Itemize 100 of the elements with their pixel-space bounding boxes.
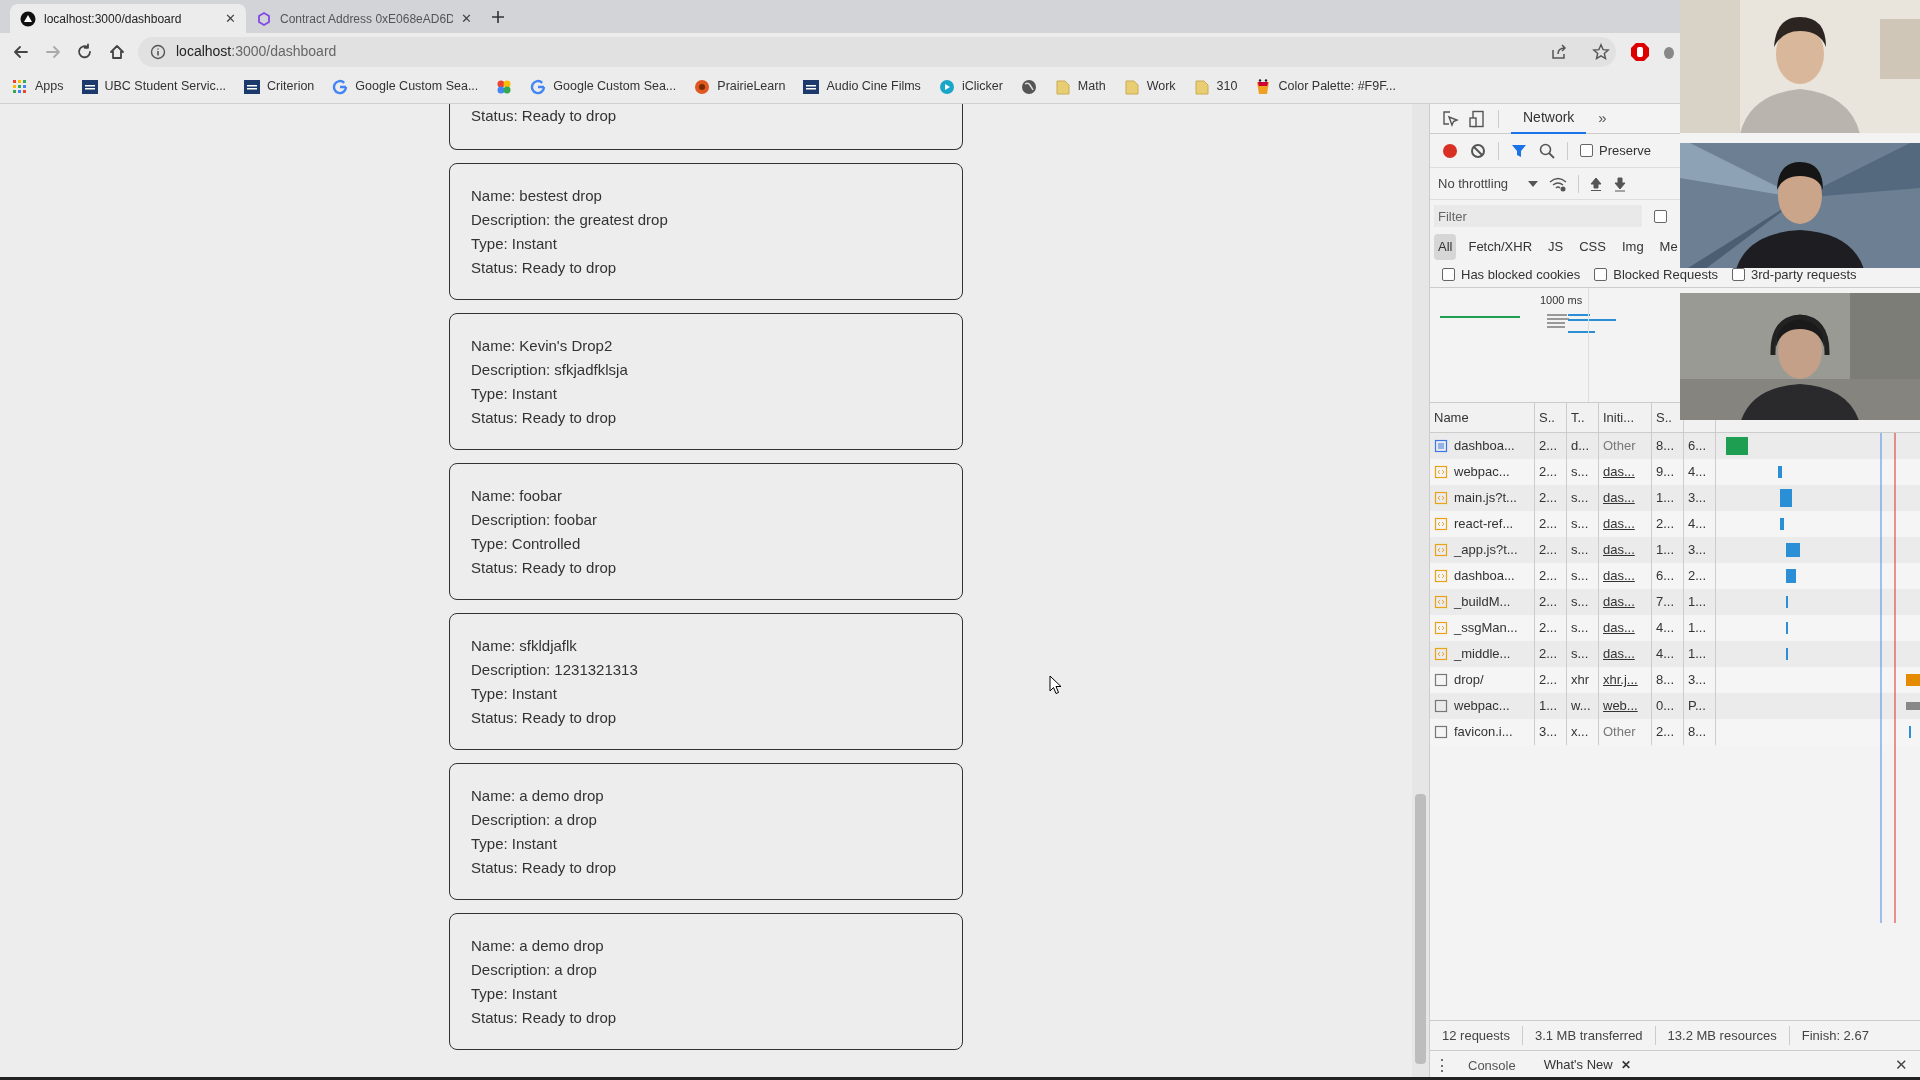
table-cell-text: s...: [1571, 463, 1589, 482]
checkbox-label: 3rd-party requests: [1751, 265, 1857, 284]
request-name[interactable]: _app.js?t...: [1454, 540, 1518, 560]
filter-input[interactable]: Filter: [1434, 205, 1642, 227]
initiator-link[interactable]: das...: [1603, 644, 1635, 664]
checkbox-label: Has blocked cookies: [1461, 265, 1581, 284]
bookmark[interactable]: Google Custom Sea...: [530, 77, 677, 96]
initiator-link[interactable]: das...: [1603, 462, 1635, 482]
checkbox-label: Blocked Requests: [1613, 265, 1718, 284]
request-name[interactable]: webpac...: [1454, 462, 1510, 482]
table-cell-text: Other: [1603, 437, 1636, 456]
throttling-dropdown[interactable]: No throttling: [1438, 173, 1539, 194]
drop-detail: Status: Ready to drop: [471, 708, 618, 728]
table-cell-text: xhr: [1571, 671, 1590, 690]
table-cell-text: 3...: [1688, 541, 1707, 560]
initiator-link[interactable]: das...: [1603, 592, 1635, 612]
table-cell-text: 2...: [1539, 671, 1558, 690]
initiator-link[interactable]: das...: [1603, 566, 1635, 586]
drop-detail: Name: sfkldjaflk: [471, 636, 578, 656]
column-header[interactable]: Name: [1430, 403, 1535, 432]
table-cell-text: 8...: [1656, 437, 1675, 456]
table-cell-text: 1...: [1688, 645, 1707, 664]
browser-tab[interactable]: localhost:3000/dashboard ✕: [10, 4, 246, 33]
bookmark[interactable]: UBC Student Servic...: [81, 77, 227, 96]
drop-detail: Description: a drop: [471, 810, 598, 830]
resource-type-filter[interactable]: Img: [1617, 234, 1648, 260]
drop-detail: Description: a drop: [471, 960, 598, 980]
table-cell-text: w...: [1571, 697, 1591, 716]
drop-detail: Type: Instant: [471, 384, 558, 404]
drawer-tab[interactable]: Console: [1454, 1050, 1530, 1080]
request-name[interactable]: webpac...: [1454, 696, 1510, 716]
table-cell-text: 2...: [1656, 515, 1675, 534]
drop-detail: Name: a demo drop: [471, 786, 605, 806]
request-name[interactable]: _middle...: [1454, 644, 1511, 664]
request-name[interactable]: _buildM...: [1454, 592, 1511, 612]
drop-detail: Description: 1231321313: [471, 660, 639, 680]
table-cell-text: 4...: [1688, 463, 1707, 482]
table-cell-text: 1...: [1656, 541, 1675, 560]
bookmark[interactable]: 310: [1193, 77, 1238, 96]
request-name[interactable]: react-ref...: [1454, 514, 1514, 534]
table-cell-text: s...: [1571, 541, 1589, 560]
table-cell-text: Other: [1603, 723, 1636, 742]
table-cell-text: x...: [1571, 723, 1589, 742]
close-drawer-button[interactable]: ✕: [1883, 1054, 1920, 1077]
table-cell-text: d...: [1571, 437, 1590, 456]
table-cell-text: 8...: [1688, 723, 1707, 742]
initiator-link[interactable]: das...: [1603, 540, 1635, 560]
preserve-label: Preserve: [1599, 141, 1652, 160]
drop-detail: Type: Instant: [471, 684, 558, 704]
drop-detail: Type: Instant: [471, 234, 558, 254]
table-cell-text: 9...: [1656, 463, 1675, 482]
bookmark[interactable]: Google Custom Sea...: [332, 77, 479, 96]
bookmark[interactable]: Work: [1123, 77, 1176, 96]
summary-text: 3.1 MB transferred: [1521, 1025, 1655, 1046]
more-tabs-button[interactable]: »: [1594, 107, 1611, 130]
table-cell-text: 4...: [1688, 515, 1707, 534]
column-header[interactable]: S..: [1535, 403, 1567, 432]
close-tab-button[interactable]: ✕: [461, 8, 472, 29]
request-name[interactable]: dashboa...: [1454, 436, 1515, 456]
initiator-link[interactable]: web...: [1603, 696, 1638, 716]
bookmark[interactable]: Apps: [12, 77, 64, 96]
drop-detail: Type: Controlled: [471, 534, 582, 554]
resource-type-filter[interactable]: JS: [1544, 234, 1568, 260]
resource-type-filter[interactable]: Fetch/XHR: [1464, 234, 1537, 260]
bookmark[interactable]: PrairieLearn: [694, 77, 786, 96]
close-tab-button[interactable]: ✕: [225, 8, 236, 29]
table-cell-text: 2...: [1539, 437, 1558, 456]
column-header[interactable]: Initi...: [1599, 403, 1652, 432]
devtools-tab[interactable]: Network: [1511, 103, 1587, 134]
bookmark[interactable]: Criterion: [244, 77, 315, 96]
table-cell-text: s...: [1571, 593, 1589, 612]
request-name[interactable]: _ssgMan...: [1454, 618, 1518, 638]
column-header[interactable]: T..: [1567, 403, 1599, 432]
drop-detail: Type: Instant: [471, 834, 558, 854]
table-cell-text: 2...: [1539, 463, 1558, 482]
more-options-button[interactable]: ⋮: [1430, 1053, 1454, 1078]
address-bar[interactable]: localhost:3000/dashboard: [138, 36, 1616, 67]
initiator-link[interactable]: xhr.j...: [1603, 670, 1638, 690]
request-name[interactable]: favicon.i...: [1454, 722, 1513, 742]
bookmark[interactable]: Color Palette: #F9F...: [1255, 77, 1396, 96]
request-name[interactable]: drop/: [1454, 670, 1484, 690]
resource-type-filter[interactable]: Me: [1655, 234, 1680, 260]
drop-detail: Description: foobar: [471, 510, 598, 530]
initiator-link[interactable]: das...: [1603, 514, 1635, 534]
request-name[interactable]: main.js?t...: [1454, 488, 1517, 508]
drop-detail: Status: Ready to drop: [471, 1008, 618, 1028]
table-cell-text: 2...: [1539, 645, 1558, 664]
resource-type-filter[interactable]: All: [1434, 234, 1457, 260]
bookmark[interactable]: iClicker: [938, 77, 1003, 96]
bookmark[interactable]: Math: [1054, 77, 1106, 96]
summary-text: Finish: 2.67: [1788, 1025, 1881, 1046]
request-name[interactable]: dashboa...: [1454, 566, 1515, 586]
initiator-link[interactable]: das...: [1603, 488, 1635, 508]
resource-type-filter[interactable]: CSS: [1575, 234, 1610, 260]
bookmark[interactable]: Audio Cine Films: [803, 77, 921, 96]
tab-title: localhost:3000/dashboard: [44, 10, 183, 28]
table-cell-text: P...: [1688, 697, 1706, 716]
initiator-link[interactable]: das...: [1603, 618, 1635, 638]
table-cell-text: 4...: [1656, 619, 1675, 638]
summary-text: 13.2 MB resources: [1654, 1025, 1789, 1046]
